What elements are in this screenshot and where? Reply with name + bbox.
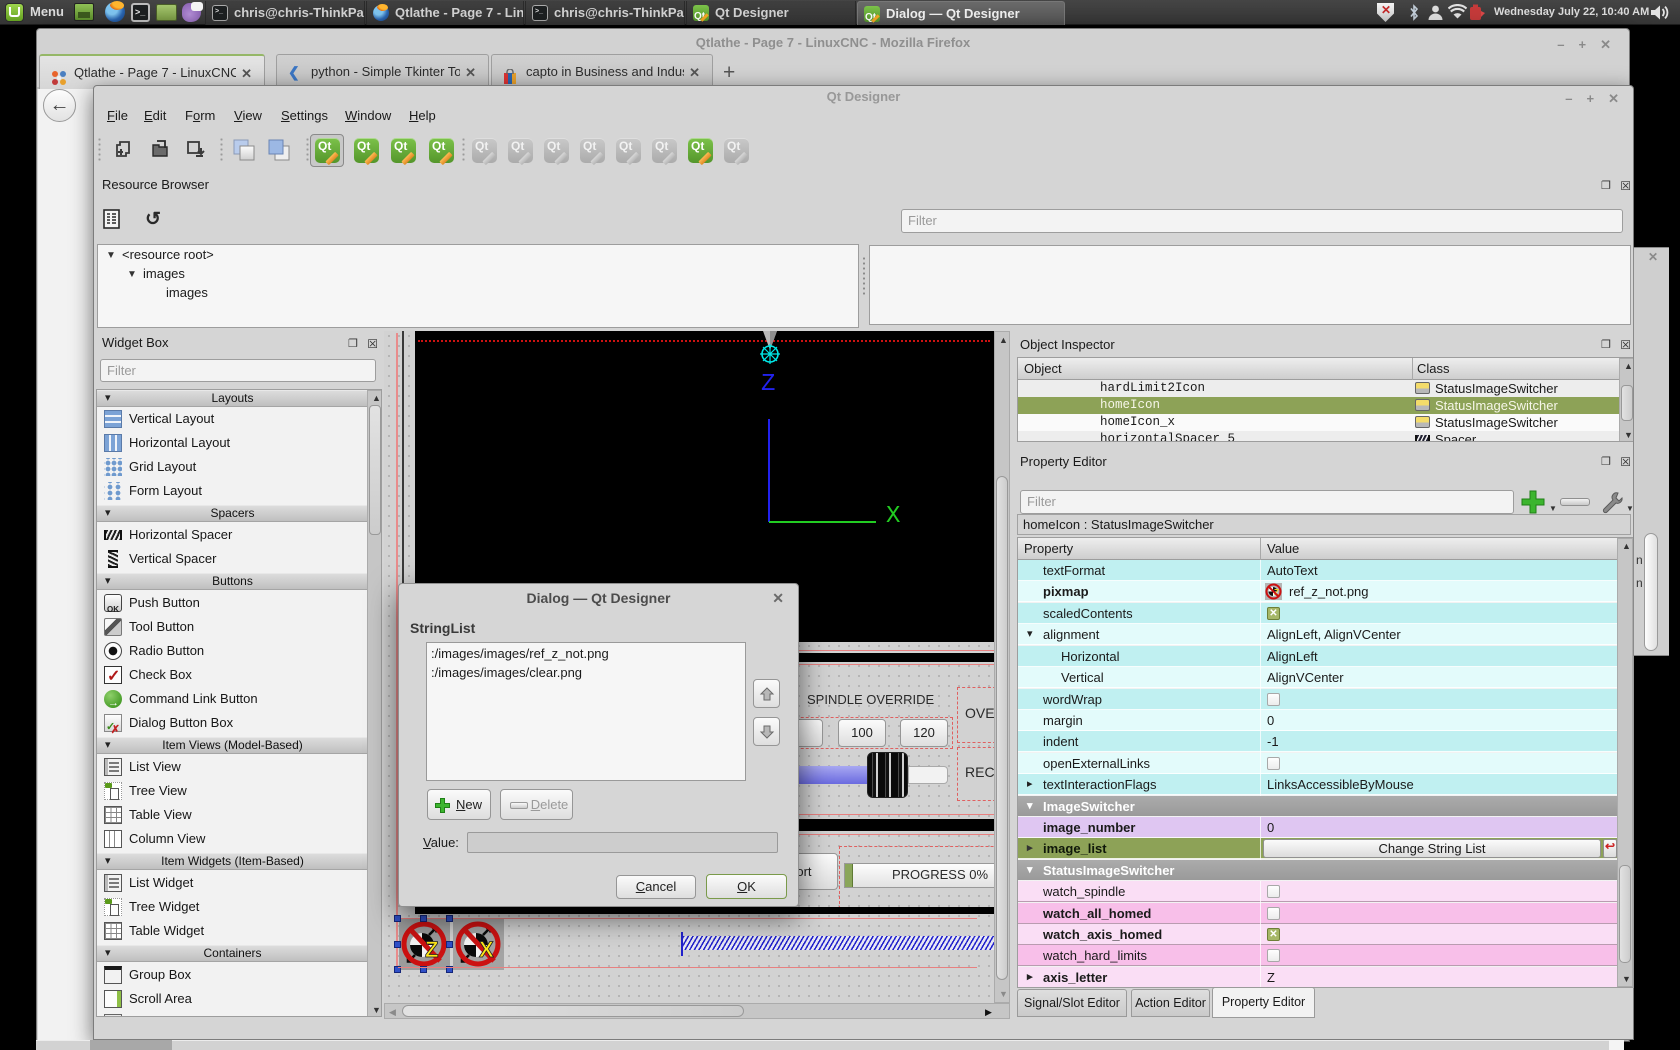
svg-text:X: X [479,937,494,962]
svg-text:Z: Z [425,937,438,962]
